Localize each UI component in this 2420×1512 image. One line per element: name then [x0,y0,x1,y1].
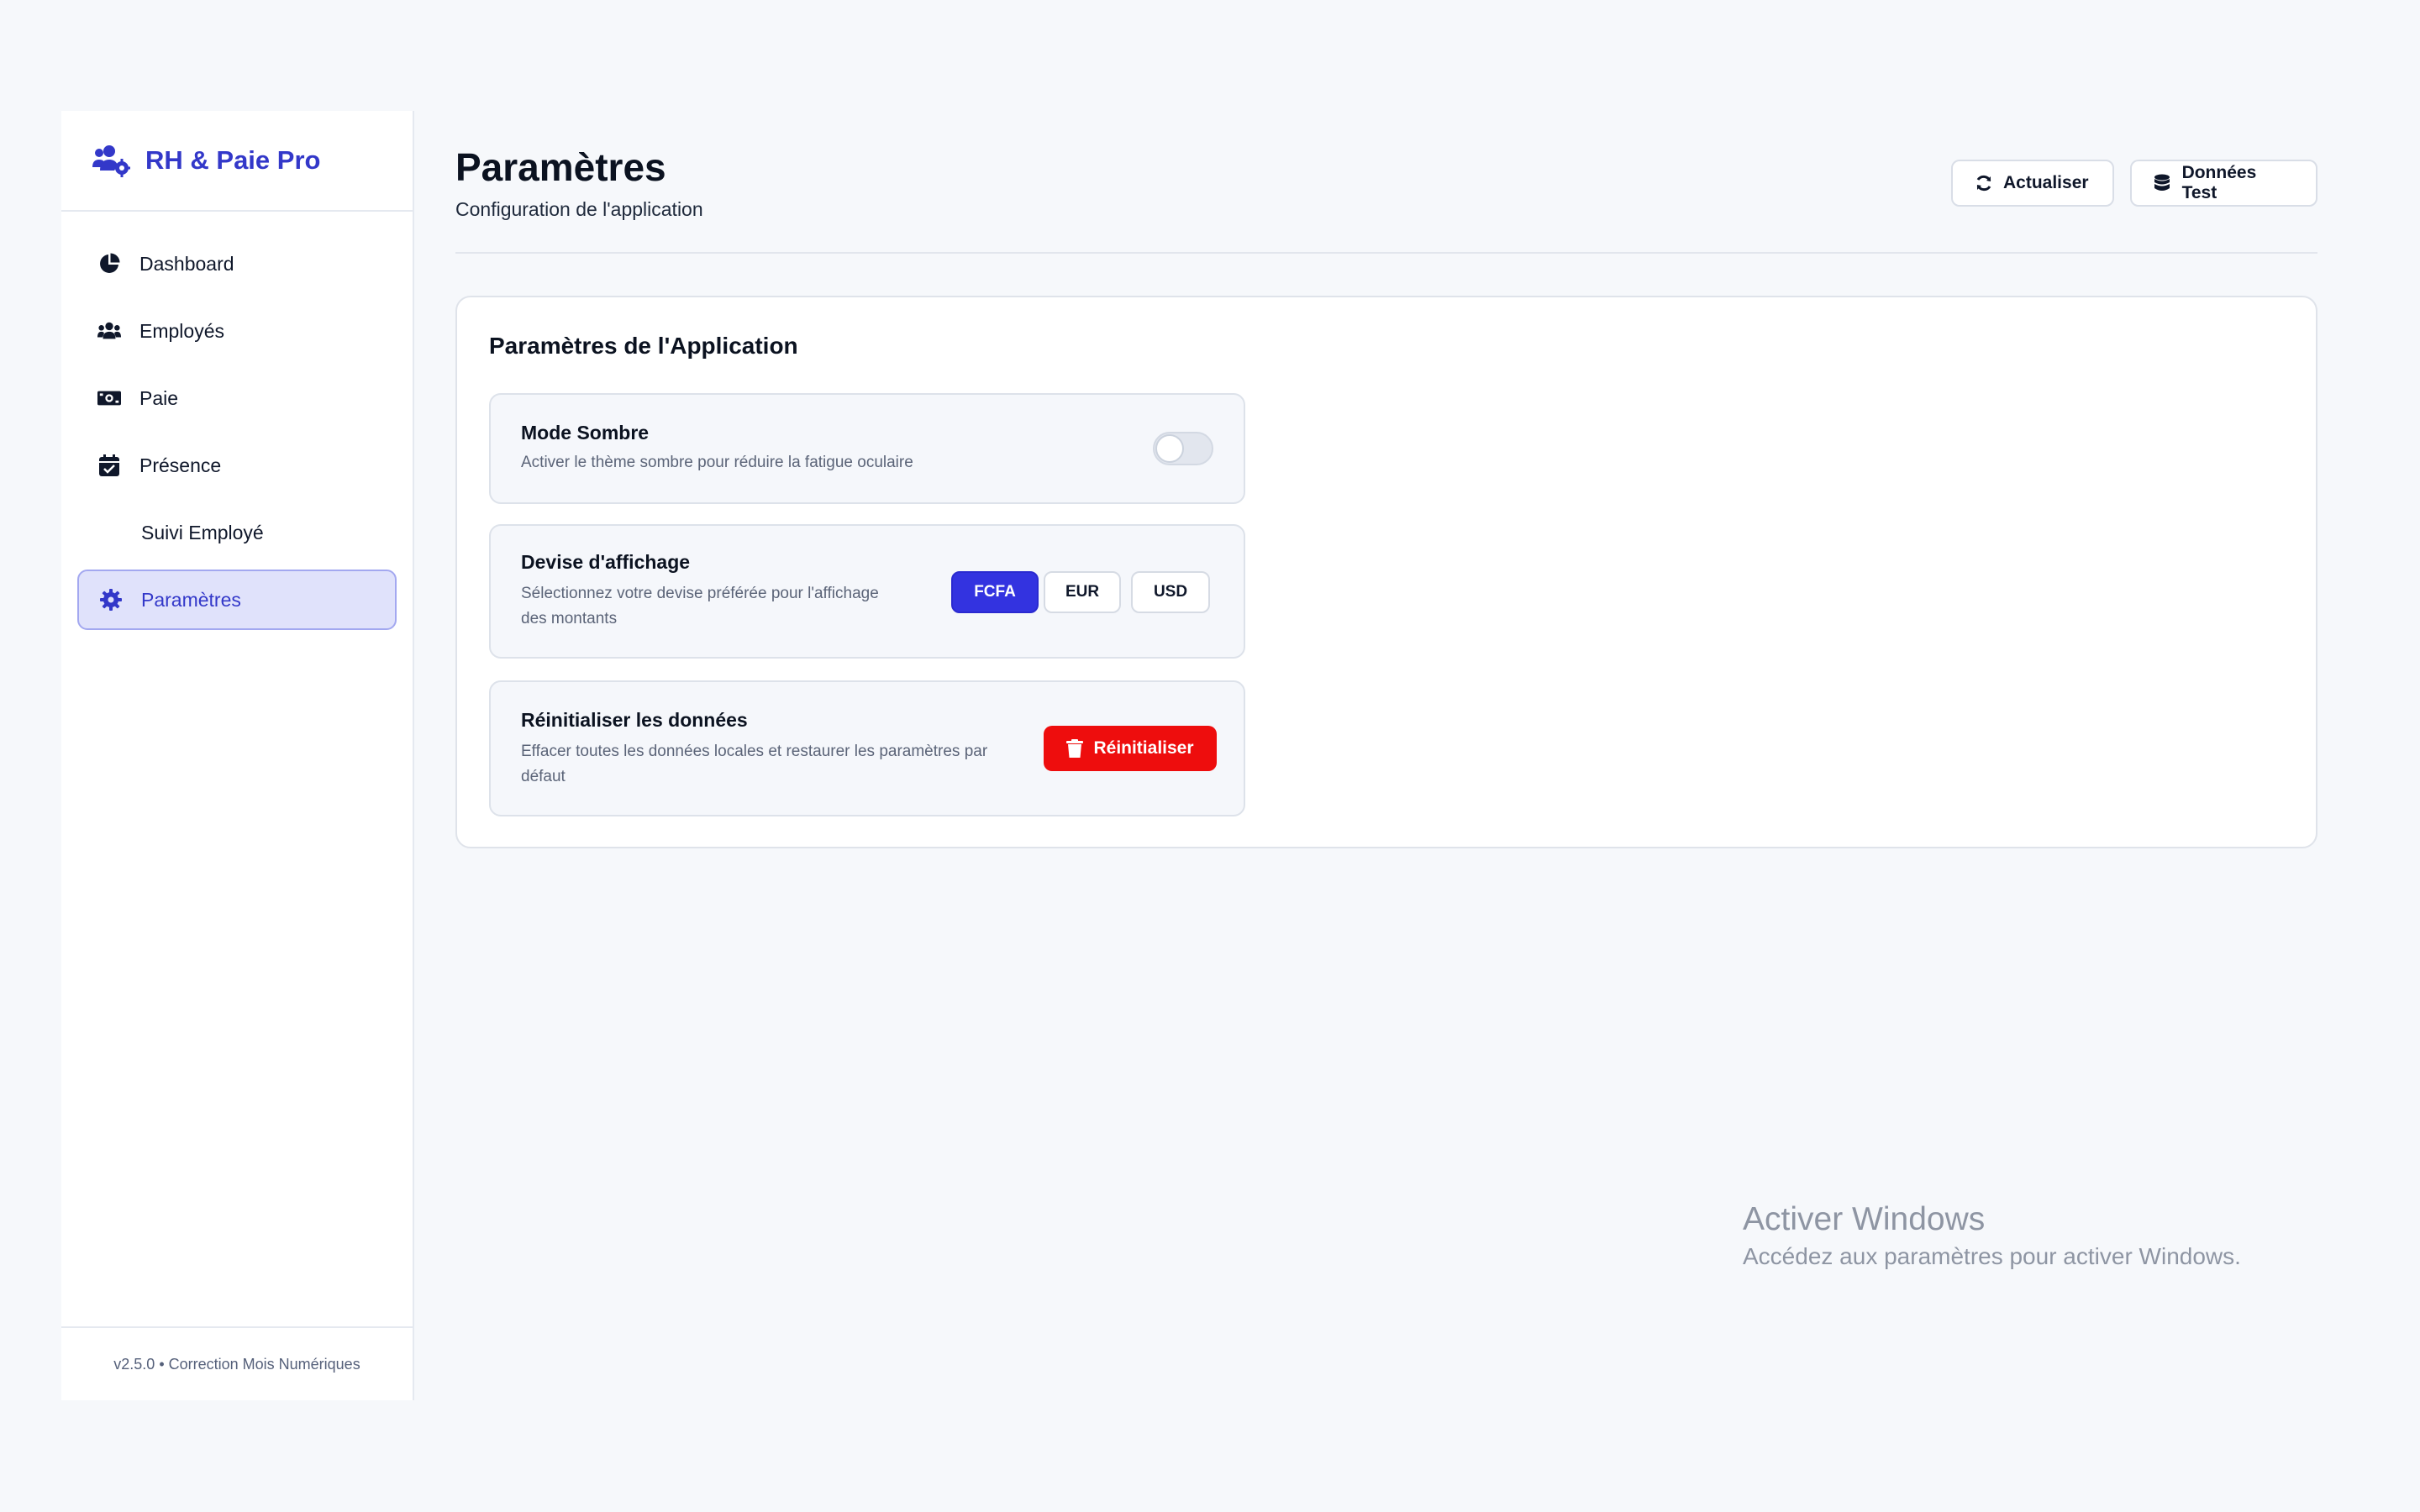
database-icon [2154,174,2172,192]
reset-title: Réinitialiser les données [521,709,748,731]
trash-icon [1066,739,1084,758]
refresh-button[interactable]: Actualiser [1951,160,2114,207]
sidebar-item-paie[interactable]: Paie [77,368,397,428]
refresh-icon [1975,174,1993,192]
reset-description-line1: Effacer toutes les données locales et re… [521,743,988,760]
brand[interactable]: RH & Paie Pro [61,111,413,212]
dark-mode-toggle[interactable] [1153,432,1213,465]
reset-button[interactable]: Réinitialiser [1044,726,1217,771]
currency-option-fcfa[interactable]: FCFA [951,571,1039,613]
reset-setting: Réinitialiser les données Effacer toutes… [489,680,1245,816]
card-title: Paramètres de l'Application [489,333,798,359]
sidebar-nav: Dashboard Employés Paie Présence Suivi E… [61,212,413,630]
sidebar-item-employes[interactable]: Employés [77,301,397,361]
test-data-button[interactable]: Données Test [2130,160,2317,207]
currency-description-line1: Sélectionnez votre devise préférée pour … [521,585,879,602]
dark-mode-description: Activer le thème sombre pour réduire la … [521,454,913,471]
test-data-label: Données Test [2181,163,2257,202]
dark-mode-title: Mode Sombre [521,422,650,444]
sidebar-item-presence[interactable]: Présence [77,435,397,496]
watermark-title: Activer Windows [1743,1201,1986,1237]
windows-activation-watermark: Activer Windows Accédez aux paramètres p… [1743,1201,2241,1270]
pie-chart-icon [97,252,121,276]
page-subtitle: Configuration de l'application [455,198,703,220]
app-settings-card: Paramètres de l'Application Mode Sombre … [455,296,2317,848]
money-bill-icon [97,386,121,410]
currency-setting: Devise d'affichage Sélectionnez votre de… [489,524,1245,659]
sidebar-item-label: Employés [139,319,224,342]
sidebar-item-dashboard[interactable]: Dashboard [77,234,397,294]
dark-mode-setting: Mode Sombre Activer le thème sombre pour… [489,393,1245,504]
refresh-label: Actualiser [2003,173,2089,192]
sidebar-item-label: Présence [139,454,222,476]
sidebar-item-suivi-employe[interactable]: Suivi Employé [77,502,397,563]
users-icon [97,319,121,343]
version-footer: v2.5.0 • Correction Mois Numériques [61,1326,413,1400]
currency-title: Devise d'affichage [521,551,691,573]
calendar-check-icon [97,454,121,477]
sidebar-item-parametres[interactable]: Paramètres [77,570,397,630]
toggle-knob [1155,434,1184,463]
currency-option-eur[interactable]: EUR [1044,571,1121,613]
currency-option-usd[interactable]: USD [1131,571,1210,613]
sidebar-item-label: Dashboard [139,252,234,275]
sidebar-item-label: Paie [139,386,179,409]
reset-description-line2: défaut [521,768,566,785]
reset-button-label: Réinitialiser [1093,738,1194,758]
currency-description-line2: des montants [521,610,618,627]
sidebar-item-label: Suivi Employé [141,521,264,543]
gear-icon [99,588,123,612]
sidebar: RH & Paie Pro Dashboard Employés Paie Pr… [61,111,414,1400]
main-content: Paramètres Configuration de l'applicatio… [455,111,2317,848]
users-gear-icon [92,144,130,177]
page-title: Paramètres [455,145,666,189]
watermark-subtitle: Accédez aux paramètres pour activer Wind… [1743,1243,2241,1269]
page-header: Paramètres Configuration de l'applicatio… [455,111,2317,254]
brand-name: RH & Paie Pro [145,145,321,175]
sidebar-item-label: Paramètres [141,588,241,611]
